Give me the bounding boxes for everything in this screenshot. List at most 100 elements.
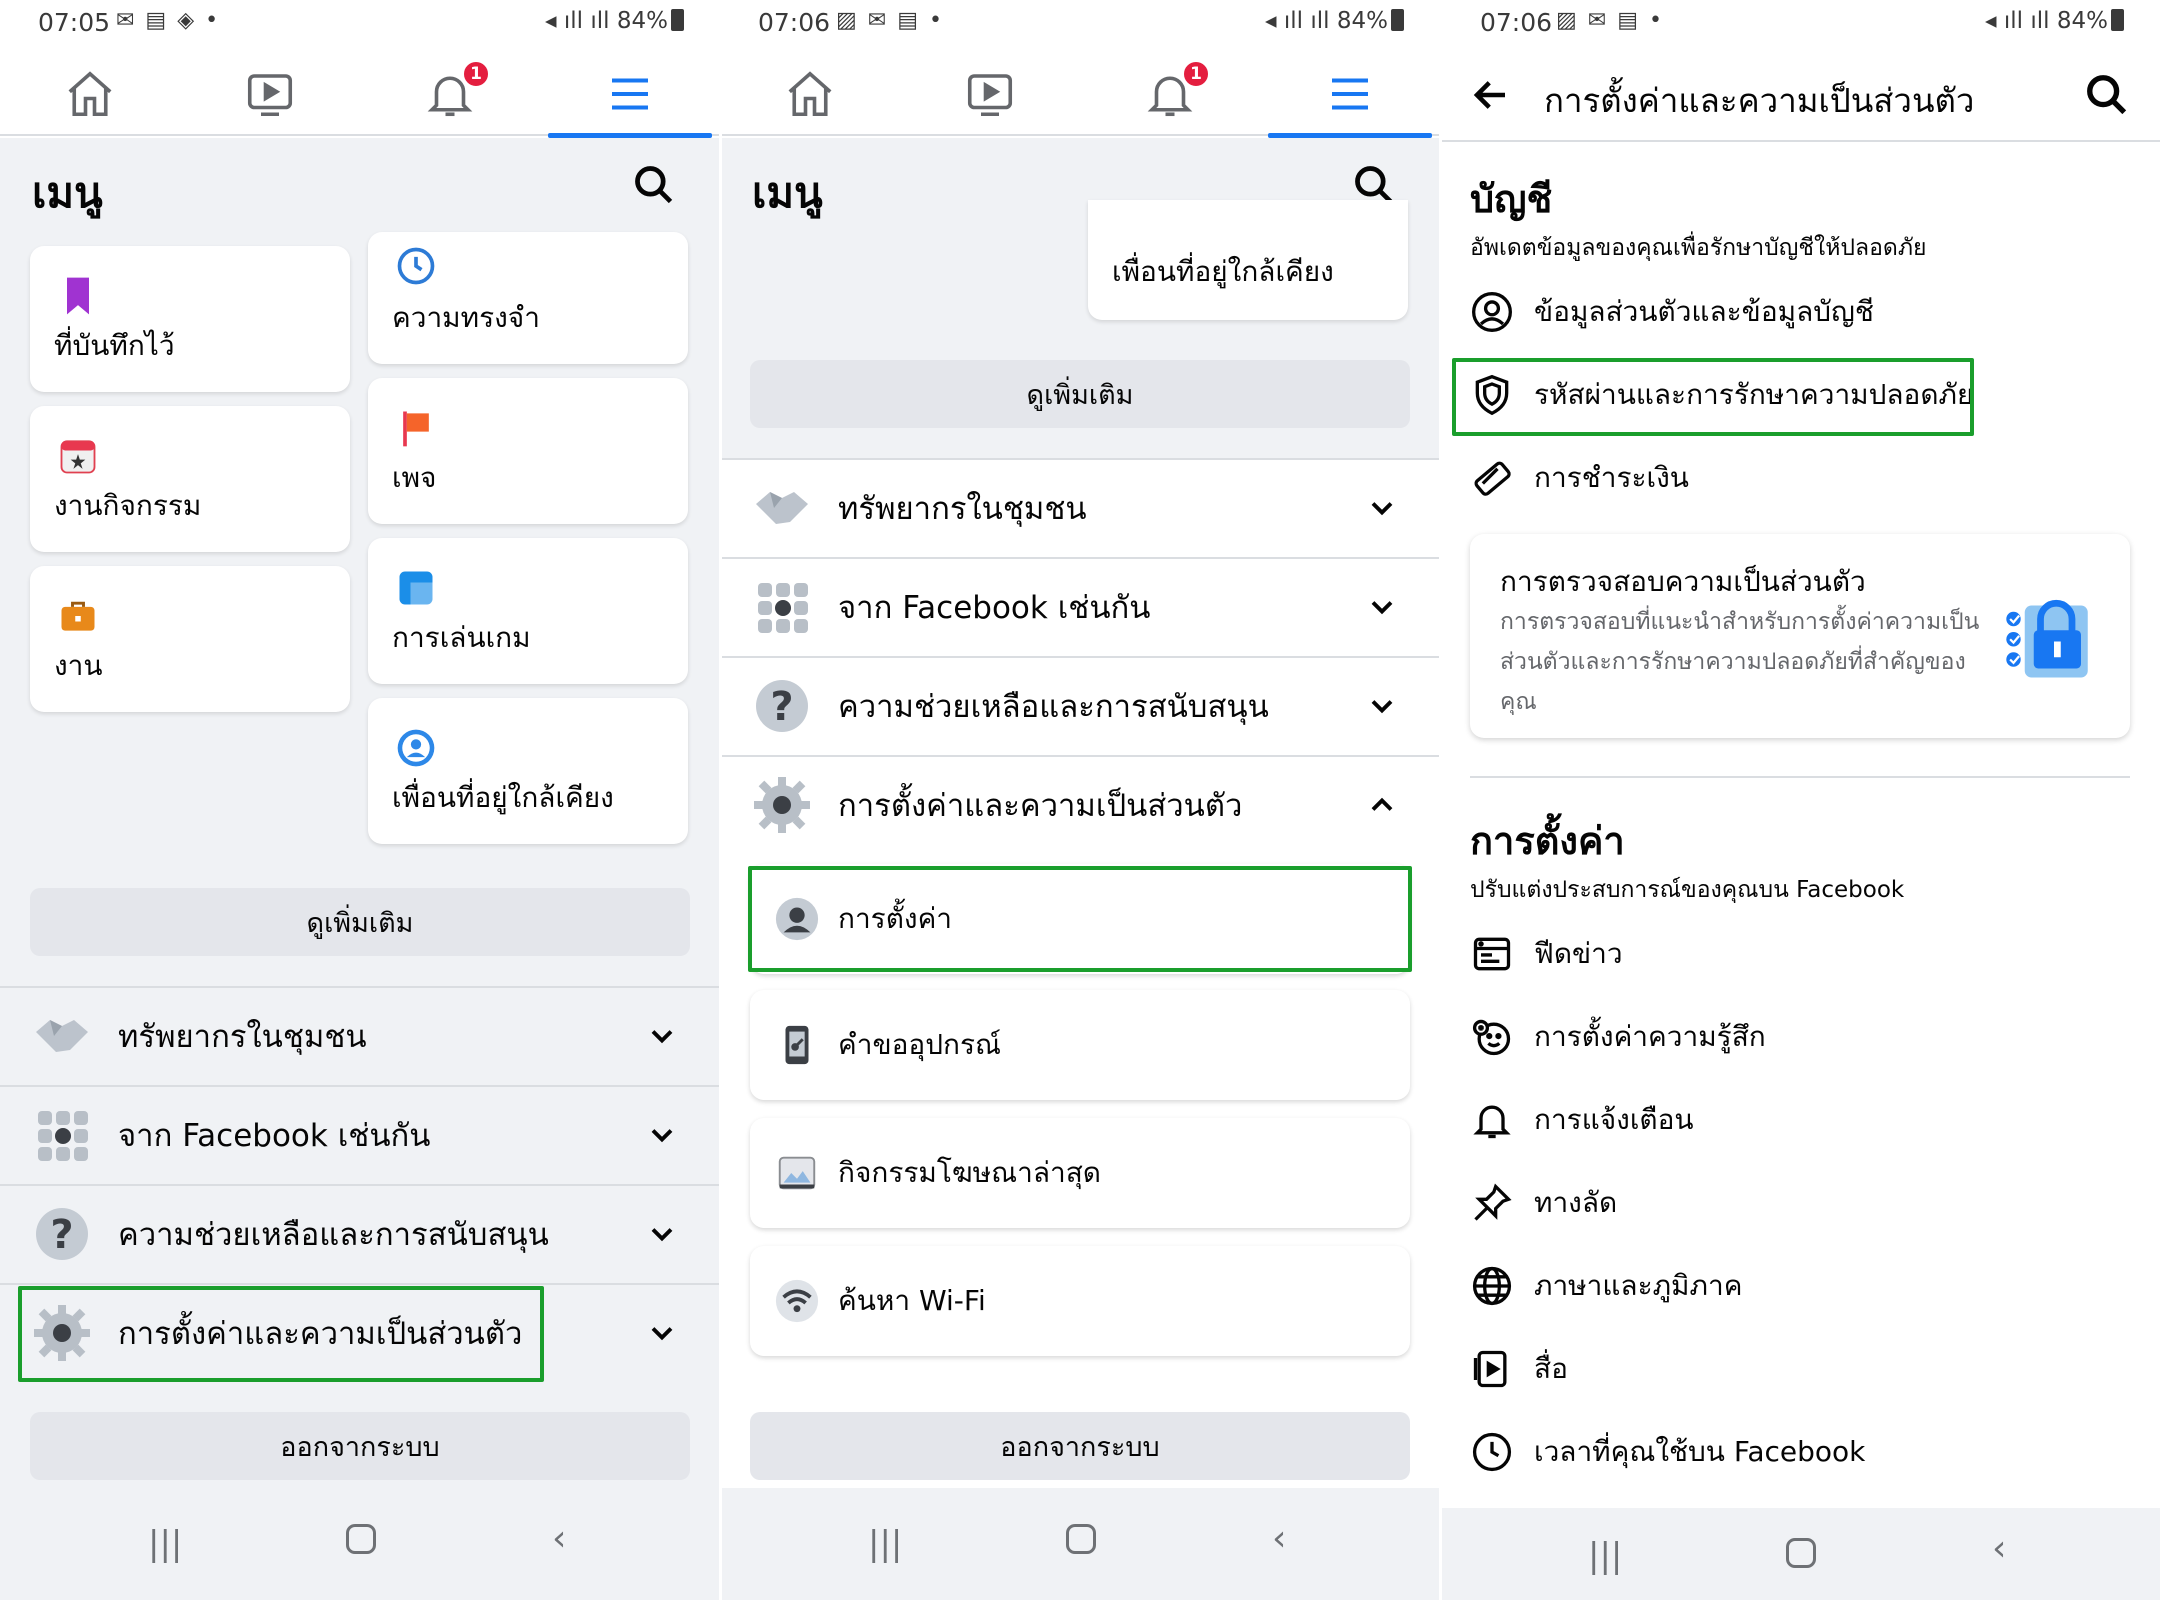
recent-apps-icon[interactable]: ||| (1588, 1536, 1622, 1576)
android-nav-bar: ||| ‹ (1440, 1508, 2160, 1600)
back-arrow-icon[interactable] (1470, 74, 1512, 116)
notifications-tab[interactable]: 1 (360, 52, 540, 136)
sub-item-settings[interactable]: การตั้งค่า (750, 864, 1410, 974)
home-tab[interactable] (0, 52, 180, 136)
account-password-security[interactable]: รหัสผ่านและการรักษาความปลอดภัย (1470, 365, 1973, 425)
gear-icon (754, 777, 810, 833)
shortcut-memories[interactable]: ความทรงจำ (368, 232, 688, 364)
home-nav-icon[interactable] (1786, 1538, 1816, 1568)
handshake-icon (36, 1020, 88, 1052)
chevron-down-icon (651, 1327, 673, 1341)
settings-header: การตั้งค่าและความเป็นส่วนตัว (1440, 52, 2160, 142)
sub-item-device-requests[interactable]: คำขออุปกรณ์ (750, 990, 1410, 1100)
see-more-button[interactable]: ดูเพิ่มเติม (30, 888, 690, 956)
status-right: ◂ ıll ıll 84% (545, 8, 684, 34)
privacy-checkup-description: การตรวจสอบที่แนะนำสำหรับการตั้งค่าความเป… (1500, 609, 1980, 715)
shortcut-nearby[interactable]: เพื่อนที่อยู่ใกล้เคียง (1088, 200, 1408, 320)
shortcut-saved[interactable]: ที่บันทึกไว้ (30, 246, 350, 392)
chevron-down-icon (1371, 502, 1393, 516)
section-help[interactable]: ? ความช่วยเหลือและการสนับสนุน (720, 656, 1440, 754)
shortcut-pages[interactable]: เพจ (368, 378, 688, 524)
privacy-checkup-card[interactable]: การตรวจสอบความเป็นส่วนตัว การตรวจสอบที่แ… (1470, 534, 2130, 738)
home-nav-icon[interactable] (1066, 1524, 1096, 1554)
section-help[interactable]: ? ความช่วยเหลือและการสนับสนุน (0, 1184, 720, 1282)
battery-text: 84% (1336, 8, 1388, 34)
back-nav-icon[interactable]: ‹ (552, 1518, 566, 1559)
account-personal-info[interactable]: ข้อมูลส่วนตัวและข้อมูลบัญชี (1470, 282, 1874, 342)
shortcut-events[interactable]: งานกิจกรรม (30, 406, 350, 552)
shortcut-jobs[interactable]: งาน (30, 566, 350, 712)
status-notification-icons: ▨ ✉ ▤ • (836, 8, 944, 33)
settings-notifications[interactable]: การแจ้งเตือน (1470, 1090, 1694, 1150)
home-tab[interactable] (720, 52, 900, 136)
notification-badge: 1 (1182, 60, 1210, 88)
section-settings-privacy[interactable]: การตั้งค่าและความเป็นส่วนตัว (0, 1283, 720, 1381)
section-settings-privacy[interactable]: การตั้งค่าและความเป็นส่วนตัว (720, 755, 1440, 853)
watch-tab[interactable] (180, 52, 360, 136)
section-help-label: ความช่วยเหลือและการสนับสนุน (118, 1217, 549, 1253)
notification-badge: 1 (462, 60, 490, 88)
search-icon[interactable] (2084, 72, 2130, 118)
settings-time-on-facebook[interactable]: เวลาที่คุณใช้บน Facebook (1470, 1422, 1865, 1482)
account-personal-info-label: ข้อมูลส่วนตัวและข้อมูลบัญชี (1534, 295, 1874, 328)
page-title: การตั้งค่าและความเป็นส่วนตัว (1544, 81, 1975, 120)
settings-media-label: สื่อ (1534, 1352, 1568, 1385)
logout-button[interactable]: ออกจากระบบ (30, 1412, 690, 1480)
status-time: 07:06 (758, 8, 831, 37)
search-icon[interactable] (632, 163, 676, 207)
watch-icon (967, 74, 1013, 117)
section-help-label: ความช่วยเหลือและการสนับสนุน (838, 689, 1269, 725)
account-heading: บัญชี (1470, 177, 1553, 221)
settings-shortcuts[interactable]: ทางลัด (1470, 1173, 1617, 1233)
svg-text:?: ? (770, 684, 793, 730)
watch-tab[interactable] (900, 52, 1080, 136)
top-nav: 1 (720, 52, 1440, 138)
notifications-tab[interactable]: 1 (1080, 52, 1260, 136)
user-settings-icon (775, 897, 819, 941)
menu-icon (612, 78, 648, 110)
battery-icon (1391, 9, 1404, 31)
status-notification-icons: ▨ ✉ ▤ • (1556, 8, 1664, 33)
shortcut-gaming[interactable]: การเล่นเกม (368, 538, 688, 684)
section-community[interactable]: ทรัพยากรในชุมชน (0, 986, 720, 1084)
section-community[interactable]: ทรัพยากรในชุมชน (720, 458, 1440, 556)
sub-item-ad-activity[interactable]: กิจกรรมโฆษณาล่าสุด (750, 1118, 1410, 1228)
phone-icon (785, 1025, 809, 1065)
recent-apps-icon[interactable]: ||| (148, 1524, 182, 1564)
home-icon (788, 71, 832, 117)
recent-apps-icon[interactable]: ||| (868, 1524, 902, 1564)
section-from-facebook[interactable]: จาก Facebook เช่นกัน (720, 557, 1440, 655)
settings-reactions[interactable]: การตั้งค่าความรู้สึก (1470, 1007, 1766, 1067)
grid-icon (758, 583, 808, 633)
home-nav-icon[interactable] (346, 1524, 376, 1554)
back-nav-icon[interactable]: ‹ (1992, 1528, 2006, 1569)
shortcut-nearby[interactable]: เพื่อนที่อยู่ใกล้เคียง (368, 698, 688, 844)
settings-notifications-label: การแจ้งเตือน (1534, 1103, 1694, 1136)
home-icon (68, 71, 112, 117)
settings-language-region[interactable]: ภาษาและภูมิภาค (1470, 1256, 1742, 1316)
account-payments-label: การชำระเงิน (1534, 461, 1689, 494)
logout-button[interactable]: ออกจากระบบ (750, 1412, 1410, 1480)
shortcut-memories-label: ความทรงจำ (392, 301, 540, 334)
help-icon: ? (756, 680, 808, 732)
panel-menu-collapsed: 07:05 ✉ ▤ ◈ • ◂ ıll ıll 84% 1 เมนู ที่บั… (0, 0, 720, 1600)
reactions-icon (1472, 1019, 1511, 1056)
panel-separator (719, 0, 722, 1600)
clock-icon (1472, 1432, 1512, 1472)
shortcut-nearby-label: เพื่อนที่อยู่ใกล้เคียง (1112, 255, 1334, 288)
see-more-button[interactable]: ดูเพิ่มเติม (750, 360, 1410, 428)
section-from-facebook[interactable]: จาก Facebook เช่นกัน (0, 1085, 720, 1183)
section-community-label: ทรัพยากรในชุมชน (838, 491, 1087, 527)
settings-media[interactable]: สื่อ (1470, 1339, 1568, 1399)
menu-tab[interactable] (540, 52, 720, 138)
settings-time-on-facebook-label: เวลาที่คุณใช้บน Facebook (1534, 1435, 1866, 1468)
sub-item-wifi[interactable]: ค้นหา Wi-Fi (750, 1246, 1410, 1356)
top-nav: 1 (0, 52, 720, 138)
shortcut-events-label: งานกิจกรรม (54, 489, 202, 522)
menu-tab[interactable] (1260, 52, 1440, 138)
shield-icon (1475, 374, 1509, 416)
account-payments[interactable]: การชำระเงิน (1470, 448, 1689, 508)
settings-news-feed[interactable]: ฟีดข่าว (1470, 924, 1623, 984)
status-bar: 07:05 ✉ ▤ ◈ • ◂ ıll ıll 84% (0, 0, 720, 48)
back-nav-icon[interactable]: ‹ (1272, 1518, 1286, 1559)
